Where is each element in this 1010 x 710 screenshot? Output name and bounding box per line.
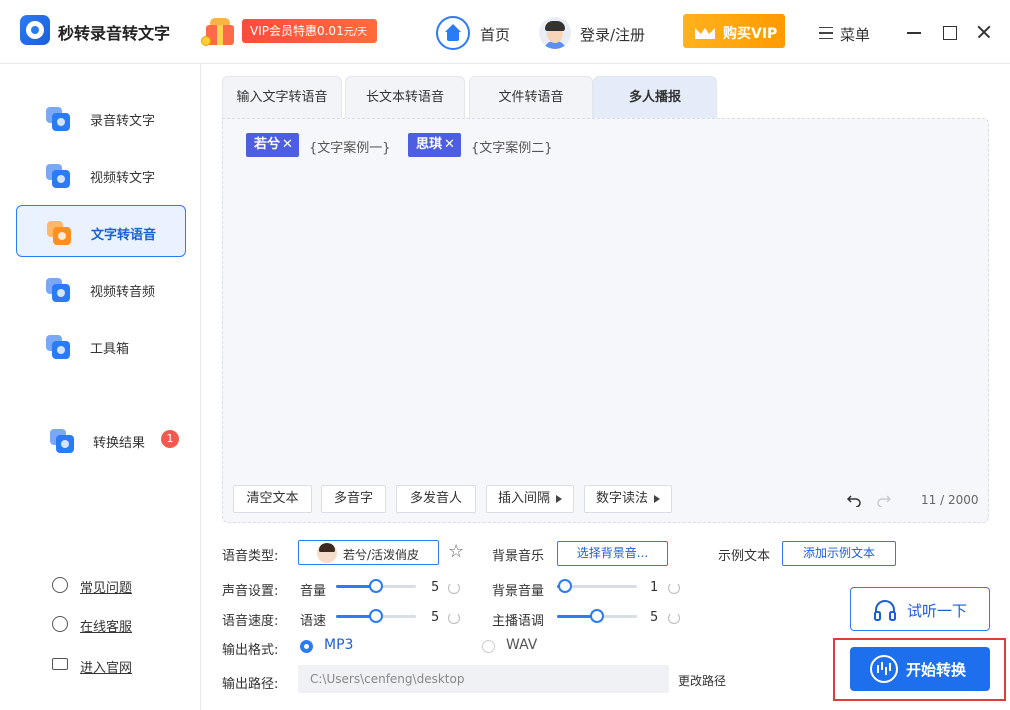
reset-icon[interactable] <box>668 582 680 594</box>
rate-label: 语速 <box>300 614 327 629</box>
vip-promo-text: VIP会员特惠0.01元/天 <box>242 19 378 43</box>
multi-speaker-button[interactable]: 多发音人 <box>396 485 476 513</box>
start-convert-button[interactable]: 开始转换 <box>850 647 990 691</box>
home-icon[interactable] <box>436 16 470 50</box>
voice-text-1: {文字案例一} <box>309 141 391 156</box>
bgm-volume-value: 1 <box>650 580 659 595</box>
crown-icon <box>695 23 715 39</box>
bgm-volume-label: 背景音量 <box>492 584 545 599</box>
redo-icon[interactable] <box>877 493 892 508</box>
login-link[interactable]: 登录/注册 <box>580 24 645 45</box>
maximize-icon[interactable] <box>937 20 961 44</box>
number-reading-button[interactable]: 数字读法 <box>584 485 672 513</box>
remove-icon[interactable]: ✕ <box>282 137 293 152</box>
add-example-button[interactable]: 添加示例文本 <box>782 541 896 566</box>
title-bar: 秒转录音转文字 VIP会员特惠0.01元/天 首页 登录/注册 购买VIP 菜单 <box>0 0 1010 64</box>
minimize-icon[interactable] <box>902 20 926 44</box>
voice-chip-1[interactable]: 若兮 ✕ <box>246 133 299 157</box>
home-link[interactable]: 首页 <box>480 24 510 45</box>
wav-label[interactable]: WAV <box>506 637 537 653</box>
clear-text-button[interactable]: 清空文本 <box>233 485 312 513</box>
char-counter: 11 / 2000 <box>921 493 979 507</box>
question-icon <box>52 577 68 593</box>
example-text-label: 示例文本 <box>718 549 771 564</box>
toolbox-icon <box>44 333 70 359</box>
reset-icon[interactable] <box>668 612 680 624</box>
waveform-icon <box>870 655 898 683</box>
app-logo-icon <box>20 15 50 45</box>
close-icon[interactable] <box>972 20 996 44</box>
volume-value: 5 <box>431 580 440 595</box>
sidebar-item-audio-to-text[interactable]: 录音转文字 <box>16 92 186 144</box>
voice-avatar <box>317 543 337 563</box>
result-count-badge: 1 <box>161 430 179 448</box>
result-icon <box>48 427 74 453</box>
pitch-label: 主播语调 <box>492 614 545 629</box>
rate-slider[interactable] <box>336 609 416 623</box>
select-bgm-button[interactable]: 选择背景音... <box>557 541 668 566</box>
pitch-value: 5 <box>650 610 659 625</box>
format-label: 输出格式: <box>222 643 279 658</box>
change-path-link[interactable]: 更改路径 <box>678 672 726 689</box>
tab-input-text[interactable]: 输入文字转语音 <box>222 76 342 118</box>
help-website[interactable]: 进入官网 <box>52 654 172 676</box>
gift-icon <box>196 16 248 46</box>
reset-icon[interactable] <box>448 582 460 594</box>
sidebar-item-video-to-audio[interactable]: 视频转音频 <box>16 263 186 315</box>
sound-settings-label: 声音设置: <box>222 584 279 599</box>
play-arrow-icon <box>556 494 562 503</box>
video-text-icon <box>44 162 70 188</box>
tab-file[interactable]: 文件转语音 <box>469 76 593 118</box>
output-path-field[interactable]: C:\Users\cenfeng\desktop <box>298 665 669 693</box>
output-path-label: 输出路径: <box>222 677 279 692</box>
undo-icon[interactable] <box>846 493 861 508</box>
vip-promo-banner[interactable]: VIP会员特惠0.01元/天 <box>196 16 392 46</box>
sidebar-item-text-to-speech[interactable]: 文字转语音 <box>16 205 186 257</box>
voice-chip-2[interactable]: 思琪 ✕ <box>408 133 461 157</box>
menu-icon[interactable] <box>819 27 833 39</box>
sidebar-item-video-to-text[interactable]: 视频转文字 <box>16 149 186 201</box>
speed-label: 语音速度: <box>222 614 279 629</box>
headset-icon <box>52 616 68 632</box>
voice-type-select[interactable]: 若兮/活泼俏皮 <box>298 540 439 565</box>
tab-long-text[interactable]: 长文本转语音 <box>345 76 465 118</box>
mp3-radio[interactable] <box>300 640 313 653</box>
buy-vip-button[interactable]: 购买VIP <box>683 14 785 48</box>
text-editor[interactable]: 若兮 ✕ {文字案例一} 思琪 ✕ {文字案例二} 清空文本 多音字 多发音人 插入… <box>222 118 989 523</box>
avatar[interactable] <box>539 17 571 49</box>
star-icon[interactable]: ☆ <box>448 541 464 563</box>
preview-button[interactable]: 试听一下 <box>850 587 990 631</box>
sidebar: 录音转文字 视频转文字 文字转语音 视频转音频 工具箱 转换结果 1 常见问题 … <box>0 64 201 710</box>
insert-pause-button[interactable]: 插入间隔 <box>486 485 574 513</box>
wav-radio[interactable] <box>482 640 495 653</box>
mic-text-icon <box>44 105 70 131</box>
monitor-icon <box>52 658 68 670</box>
sidebar-item-results[interactable]: 转换结果 1 <box>16 414 186 466</box>
rate-value: 5 <box>431 610 440 625</box>
sidebar-item-toolbox[interactable]: 工具箱 <box>16 320 186 372</box>
menu-button[interactable]: 菜单 <box>840 24 870 45</box>
polyphone-button[interactable]: 多音字 <box>321 485 386 513</box>
remove-icon[interactable]: ✕ <box>444 137 455 152</box>
bgm-volume-slider[interactable] <box>557 579 637 593</box>
bgm-label: 背景音乐 <box>492 549 545 564</box>
tab-multi-speaker[interactable]: 多人播报 <box>593 76 717 118</box>
volume-label: 音量 <box>300 584 327 599</box>
play-arrow-icon <box>654 494 660 503</box>
text-voice-icon <box>45 219 71 245</box>
volume-slider[interactable] <box>336 579 416 593</box>
voice-text-2: {文字案例二} <box>471 141 553 156</box>
mp3-label[interactable]: MP3 <box>324 637 353 653</box>
help-faq[interactable]: 常见问题 <box>52 574 172 596</box>
video-audio-icon <box>44 276 70 302</box>
pitch-slider[interactable] <box>557 609 637 623</box>
headphone-icon <box>873 599 897 621</box>
app-title: 秒转录音转文字 <box>58 24 171 43</box>
help-online-support[interactable]: 在线客服 <box>52 613 172 635</box>
reset-icon[interactable] <box>448 612 460 624</box>
voice-type-label: 语音类型: <box>222 549 279 564</box>
